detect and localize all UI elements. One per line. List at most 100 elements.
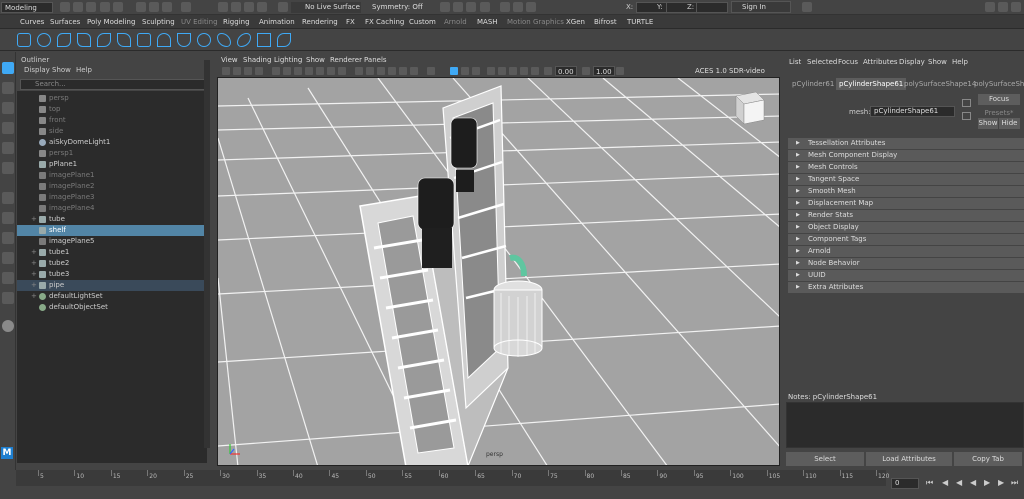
section-tangent-space[interactable]: Tangent Space	[788, 174, 1024, 185]
shelf-tab[interactable]: Animation	[259, 17, 295, 28]
lock-icon[interactable]	[526, 2, 536, 12]
section-object-display[interactable]: Object Display	[788, 222, 1024, 233]
notes-textarea[interactable]	[786, 402, 1024, 448]
snap-view-icon[interactable]	[244, 2, 254, 12]
viewport-menu-panels[interactable]: Panels	[364, 56, 387, 64]
symmetry-menu[interactable]: Symmetry: Off	[368, 2, 428, 13]
hide-button[interactable]: Hide	[999, 118, 1020, 129]
cv-curve-icon[interactable]	[57, 33, 71, 47]
xray-active-icon[interactable]	[461, 67, 469, 75]
time-slider-bar[interactable]: 5 10 15 20 25 30 35 40 45 50 55 60 65 70 75 80 85 90 95 100…	[16, 470, 889, 486]
lasso-tool-icon[interactable]	[2, 82, 14, 94]
outliner-item[interactable]: side	[17, 126, 205, 137]
film-gate-icon[interactable]	[283, 67, 291, 75]
shelf-tab[interactable]: UV Editing	[181, 17, 218, 28]
section-node-behavior[interactable]: Node Behavior	[788, 258, 1024, 269]
outliner-item[interactable]: top	[17, 104, 205, 115]
outliner-scrollbar[interactable]	[204, 60, 210, 448]
ipr-render-icon[interactable]	[453, 2, 463, 12]
viewport-menu-lighting[interactable]: Lighting	[274, 56, 302, 64]
bookmark-icon[interactable]	[244, 67, 252, 75]
select-object-icon[interactable]	[149, 2, 159, 12]
xray-joints-icon[interactable]	[472, 67, 480, 75]
shelf-tab[interactable]: TURTLE	[627, 17, 653, 28]
live-surface-field[interactable]: No Live Surface	[291, 2, 361, 13]
single-view-icon[interactable]	[2, 192, 14, 204]
exposure-field[interactable]: 0.00	[555, 66, 577, 76]
exposure-icon[interactable]	[544, 67, 552, 75]
viewport-menu-view[interactable]: View	[221, 56, 238, 64]
shelf-tab[interactable]: Curves	[20, 17, 44, 28]
rotate-tool-icon[interactable]	[2, 142, 14, 154]
mel-label[interactable]: M	[1, 447, 13, 459]
ambient-occlusion-icon[interactable]	[487, 67, 495, 75]
z-field[interactable]	[696, 2, 728, 13]
go-to-end-icon[interactable]: ⏭	[1011, 478, 1018, 488]
expand-toggle-icon[interactable]: +	[31, 247, 37, 258]
motion-blur-icon[interactable]	[498, 67, 506, 75]
new-scene-icon[interactable]	[60, 2, 70, 12]
section-uuid[interactable]: UUID	[788, 270, 1024, 281]
step-forward-frame-icon[interactable]: ▶	[998, 478, 1004, 487]
expand-toggle-icon[interactable]: +	[31, 291, 37, 302]
attr-menu-display[interactable]: Display	[899, 58, 925, 66]
section-mesh-controls[interactable]: Mesh Controls	[788, 162, 1024, 173]
wireframe-on-shaded-icon[interactable]	[377, 67, 385, 75]
shelf-tab[interactable]: Rigging	[223, 17, 250, 28]
outliner-item[interactable]: + tube3	[17, 269, 205, 280]
viewport-menu-shading[interactable]: Shading	[243, 56, 271, 64]
graph-layout-icon[interactable]	[2, 252, 14, 264]
copy-icon[interactable]	[962, 99, 971, 107]
attr-tab[interactable]: polySurfaceSha	[971, 78, 1024, 90]
paste-icon[interactable]	[962, 112, 971, 120]
attr-tab[interactable]: polySurfaceShape14	[901, 78, 979, 90]
image-plane-toggle-icon[interactable]	[255, 67, 263, 75]
outliner-menu-help[interactable]: Help	[76, 66, 92, 74]
make-live-icon[interactable]	[278, 2, 288, 12]
attr-menu-help[interactable]: Help	[952, 58, 968, 66]
shelf-tab[interactable]: Rendering	[302, 17, 338, 28]
undo-icon[interactable]	[100, 2, 110, 12]
textured-icon[interactable]	[388, 67, 396, 75]
expand-toggle-icon[interactable]: +	[31, 269, 37, 280]
attach-curves-icon[interactable]	[157, 33, 171, 47]
outliner-search-input[interactable]: Search...	[20, 79, 208, 90]
gamma-icon[interactable]	[582, 67, 590, 75]
hypershade-layout-icon[interactable]	[2, 272, 14, 284]
snap-grid-icon[interactable]	[181, 2, 191, 12]
outliner-item[interactable]: imagePlane2	[17, 181, 205, 192]
attr-menu-focus[interactable]: Focus	[838, 58, 858, 66]
rebuild-curve-icon[interactable]	[257, 33, 271, 47]
copy-tab-button[interactable]: Copy Tab	[954, 452, 1022, 466]
outliner-item[interactable]: aiSkyDomeLight1	[17, 137, 205, 148]
shelf-tab[interactable]: FX Caching	[365, 17, 404, 28]
shelf-tab[interactable]: Custom	[409, 17, 436, 28]
safe-action-icon[interactable]	[327, 67, 335, 75]
insert-knot-icon[interactable]	[197, 33, 211, 47]
field-chart-icon[interactable]	[316, 67, 324, 75]
outliner-item[interactable]: imagePlane3	[17, 192, 205, 203]
outliner-menu-display[interactable]: Display	[24, 66, 50, 74]
load-attributes-button[interactable]: Load Attributes	[866, 452, 952, 466]
add-points-icon[interactable]	[277, 33, 291, 47]
render-view-icon[interactable]	[513, 2, 523, 12]
workspace-icon[interactable]	[802, 2, 812, 12]
shelf-tab[interactable]: Bifrost	[594, 17, 617, 28]
gate-mask-icon[interactable]	[305, 67, 313, 75]
shelf-tab[interactable]: Poly Modeling	[87, 17, 135, 28]
shelf-tab[interactable]: FX	[346, 17, 355, 28]
modeling-toolkit-icon[interactable]	[985, 2, 995, 12]
gamma-field[interactable]: 1.00	[593, 66, 615, 76]
section-mesh-component-display[interactable]: Mesh Component Display	[788, 150, 1024, 161]
snap-surface-icon[interactable]	[257, 2, 267, 12]
scale-tool-icon[interactable]	[2, 162, 14, 174]
hypershade-icon[interactable]	[480, 2, 490, 12]
attr-menu-attributes[interactable]: Attributes	[863, 58, 898, 66]
color-management-icon[interactable]	[616, 67, 624, 75]
viewport-menu-show[interactable]: Show	[306, 56, 325, 64]
section-displacement-map[interactable]: Displacement Map	[788, 198, 1024, 209]
shelf-tab[interactable]: Arnold	[444, 17, 467, 28]
attr-tab-active[interactable]: pCylinderShape61	[836, 78, 907, 90]
move-tool-icon[interactable]	[2, 122, 14, 134]
show-button[interactable]: Show	[978, 118, 998, 129]
